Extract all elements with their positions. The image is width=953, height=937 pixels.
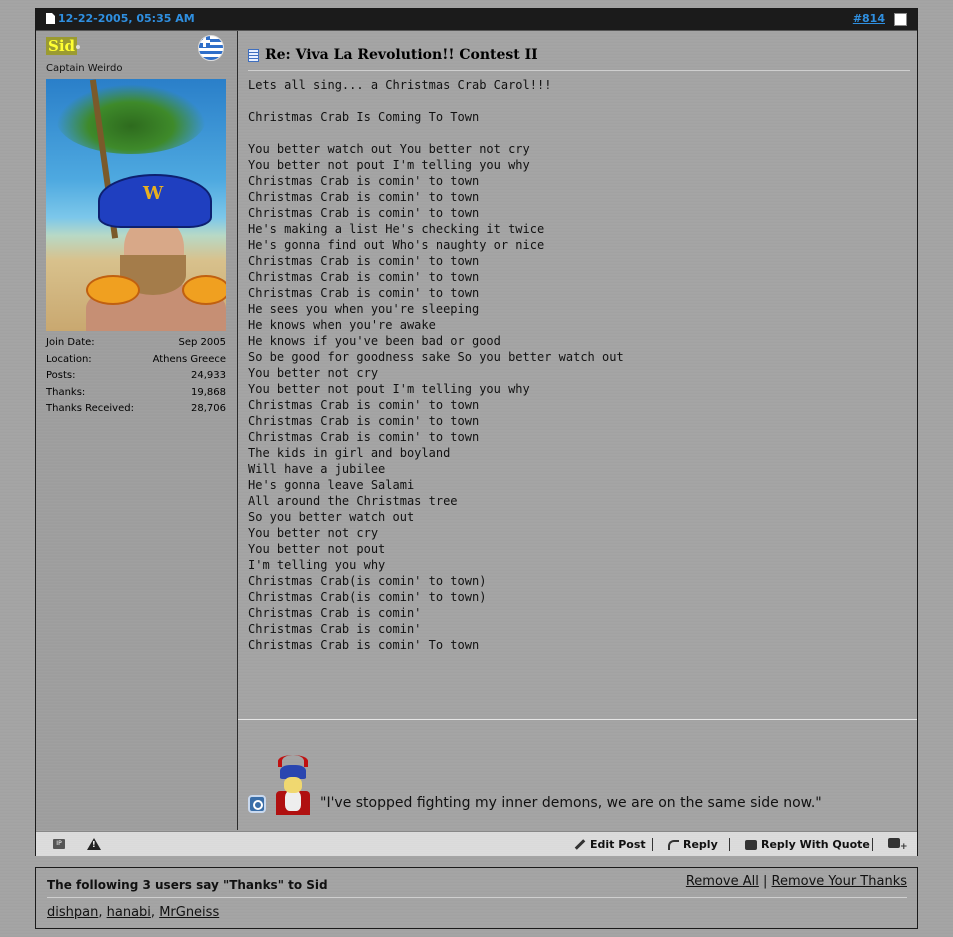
reply-with-quote-label: Reply With Quote	[761, 838, 870, 851]
instagram-icon[interactable]	[248, 795, 266, 813]
footer-separator	[652, 838, 653, 851]
demon-image	[276, 755, 310, 815]
thanks-users: dishpan, hanabi, MrGneiss	[47, 905, 219, 920]
multi-select-checkbox[interactable]	[894, 13, 907, 26]
reply-arrow-icon	[668, 839, 679, 850]
signature-quote: "I've stopped fighting my inner demons, …	[320, 795, 822, 811]
avatar[interactable]: W	[46, 79, 226, 331]
post-content: Re: Viva La Revolution!! Contest II Lets…	[238, 31, 917, 830]
warning-icon[interactable]	[87, 838, 101, 850]
reply-label: Reply	[683, 838, 718, 851]
footer-separator	[872, 838, 873, 851]
stat-posts: Posts: 24,933	[46, 370, 226, 381]
thanks-user-comma: ,	[98, 905, 103, 920]
reply-with-quote-button[interactable]: Reply With Quote	[745, 838, 870, 851]
post-title-text: Re: Viva La Revolution!! Contest II	[265, 47, 538, 63]
username-link[interactable]: Sid	[46, 37, 78, 55]
remove-your-thanks-link[interactable]: Remove Your Thanks	[772, 874, 907, 889]
post-body: Lets all sing... a Christmas Crab Carol!…	[248, 78, 624, 652]
post-number-link[interactable]: #814	[853, 12, 885, 25]
signature-divider	[238, 719, 917, 720]
stat-location: Location: Athens Greece	[46, 353, 226, 365]
stat-thanks-received: Thanks Received: 28,706	[46, 403, 226, 414]
thanks-actions: Remove All | Remove Your Thanks	[686, 874, 907, 889]
thanks-box: The following 3 users say "Thanks" to Si…	[35, 867, 918, 929]
multi-quote-plus-icon: +	[900, 842, 908, 852]
quote-icon	[745, 839, 757, 850]
thanks-heading: The following 3 users say "Thanks" to Si…	[47, 878, 328, 892]
title-divider	[248, 70, 910, 71]
edit-post-button[interactable]: Edit Post	[574, 838, 646, 851]
edit-post-label: Edit Post	[590, 838, 646, 851]
user-sidebar: Sid Captain Weirdo W Join Date: Sep 2005 …	[36, 31, 238, 830]
document-icon	[46, 13, 55, 24]
user-stats: Join Date: Sep 2005 Location: Athens Greec…	[46, 337, 226, 420]
post-date: 12-22-2005, 05:35 AM	[46, 12, 195, 25]
post-date-text: 12-22-2005, 05:35 AM	[58, 12, 195, 25]
ip-icon[interactable]: IP	[53, 839, 65, 849]
post-footer: IP Edit Post Reply Reply With Quote +	[36, 831, 917, 856]
multi-quote-icon[interactable]	[888, 838, 900, 848]
greece-flag-icon	[198, 35, 224, 61]
user-title: Captain Weirdo	[46, 63, 123, 74]
thanks-divider	[47, 897, 907, 898]
post-header: 12-22-2005, 05:35 AM #814	[36, 9, 917, 31]
remove-all-link[interactable]: Remove All	[686, 874, 759, 889]
signature: "I've stopped fighting my inner demons, …	[248, 755, 822, 815]
thanks-user-link[interactable]: hanabi	[107, 905, 151, 920]
post-title: Re: Viva La Revolution!! Contest II	[248, 47, 538, 63]
pencil-icon	[574, 839, 586, 850]
thanks-user-link[interactable]: MrGneiss	[159, 905, 219, 920]
thanks-user-comma: ,	[150, 905, 156, 920]
reply-button[interactable]: Reply	[668, 838, 718, 851]
footer-separator	[729, 838, 730, 851]
post-icon	[248, 48, 259, 62]
stat-join-date: Join Date: Sep 2005	[46, 337, 226, 348]
stat-thanks: Thanks: 19,868	[46, 386, 226, 398]
thanks-user-link[interactable]: dishpan	[47, 905, 98, 920]
post-container: 12-22-2005, 05:35 AM #814 Sid Captain We…	[35, 8, 918, 856]
thanks-actions-divider: |	[763, 874, 768, 889]
offline-status-icon	[76, 45, 80, 49]
